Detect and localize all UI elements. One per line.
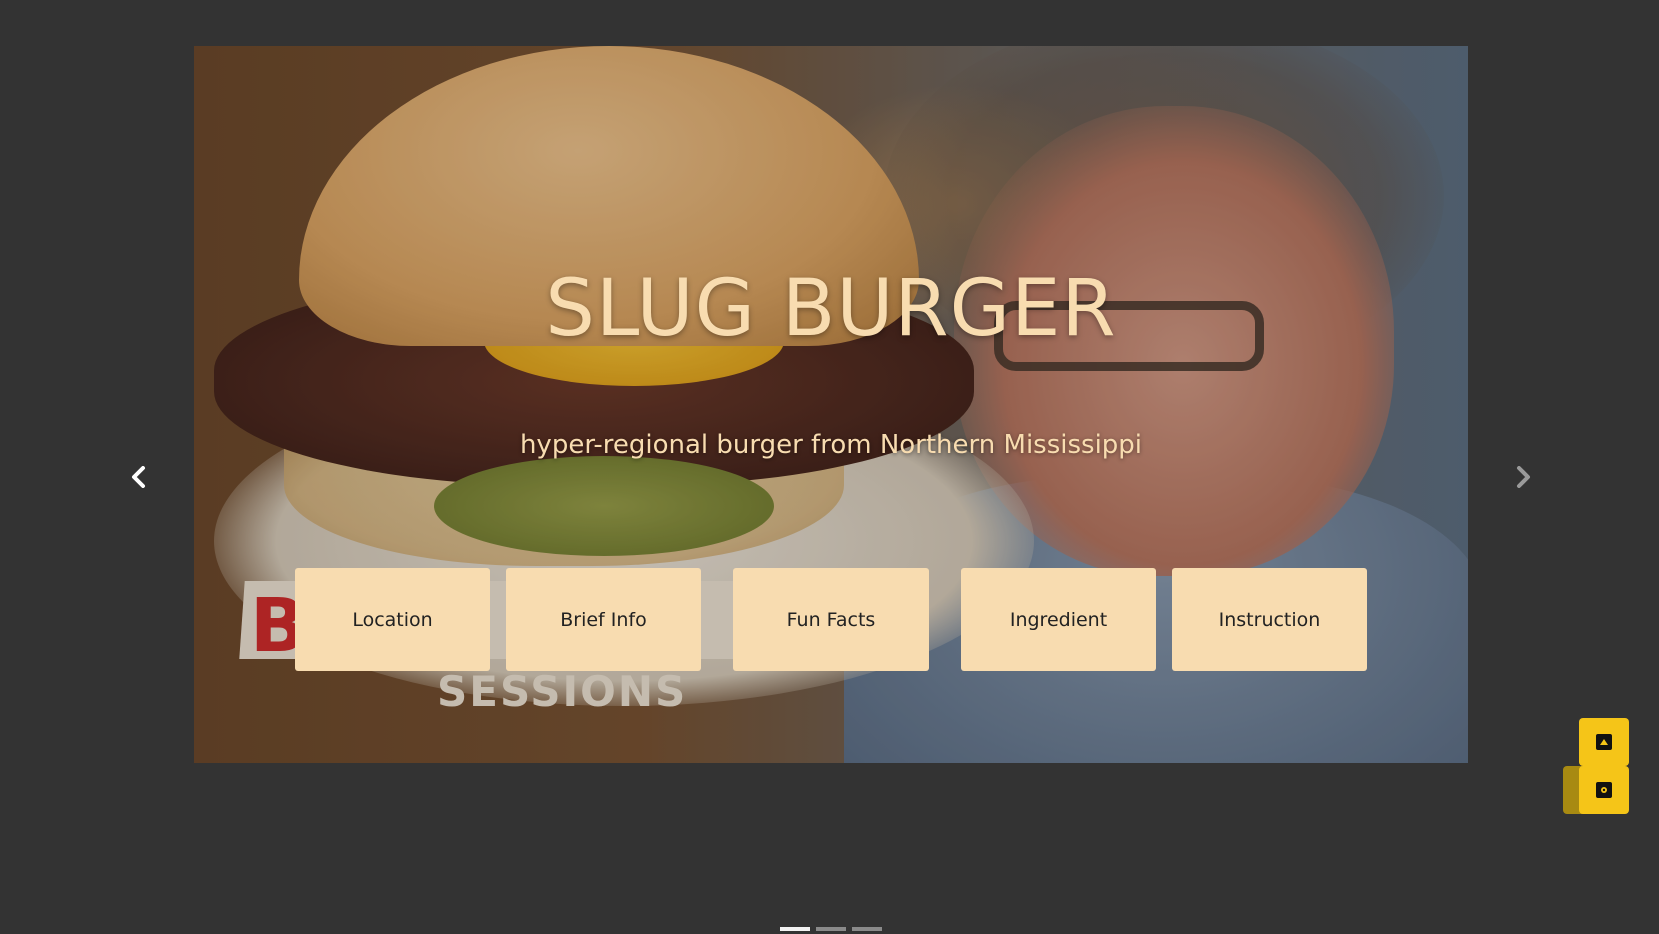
arrow-up-icon <box>1596 734 1612 750</box>
chevron-right-icon <box>1517 466 1530 488</box>
page: B SESSIONS SLUG BURGER hyper-regional bu… <box>0 0 1659 934</box>
scroll-top-button[interactable] <box>1579 718 1629 766</box>
carousel-indicator-3[interactable] <box>852 927 882 931</box>
instruction-button[interactable]: Instruction <box>1172 568 1367 671</box>
chevron-left-icon <box>132 466 145 488</box>
carousel-indicators <box>780 927 882 931</box>
brief-info-button[interactable]: Brief Info <box>506 568 701 671</box>
carousel-indicator-2[interactable] <box>816 927 846 931</box>
settings-icon <box>1596 782 1612 798</box>
settings-button[interactable] <box>1579 766 1629 814</box>
carousel-prev-button[interactable] <box>124 462 154 492</box>
location-button[interactable]: Location <box>295 568 490 671</box>
ingredient-button[interactable]: Ingredient <box>961 568 1156 671</box>
carousel-indicator-1[interactable] <box>780 927 810 931</box>
hero-title: SLUG BURGER <box>545 264 1117 354</box>
carousel-next-button[interactable] <box>1508 462 1538 492</box>
fun-facts-button[interactable]: Fun Facts <box>733 568 929 671</box>
hero-subtitle: hyper-regional burger from Northern Miss… <box>519 430 1143 460</box>
